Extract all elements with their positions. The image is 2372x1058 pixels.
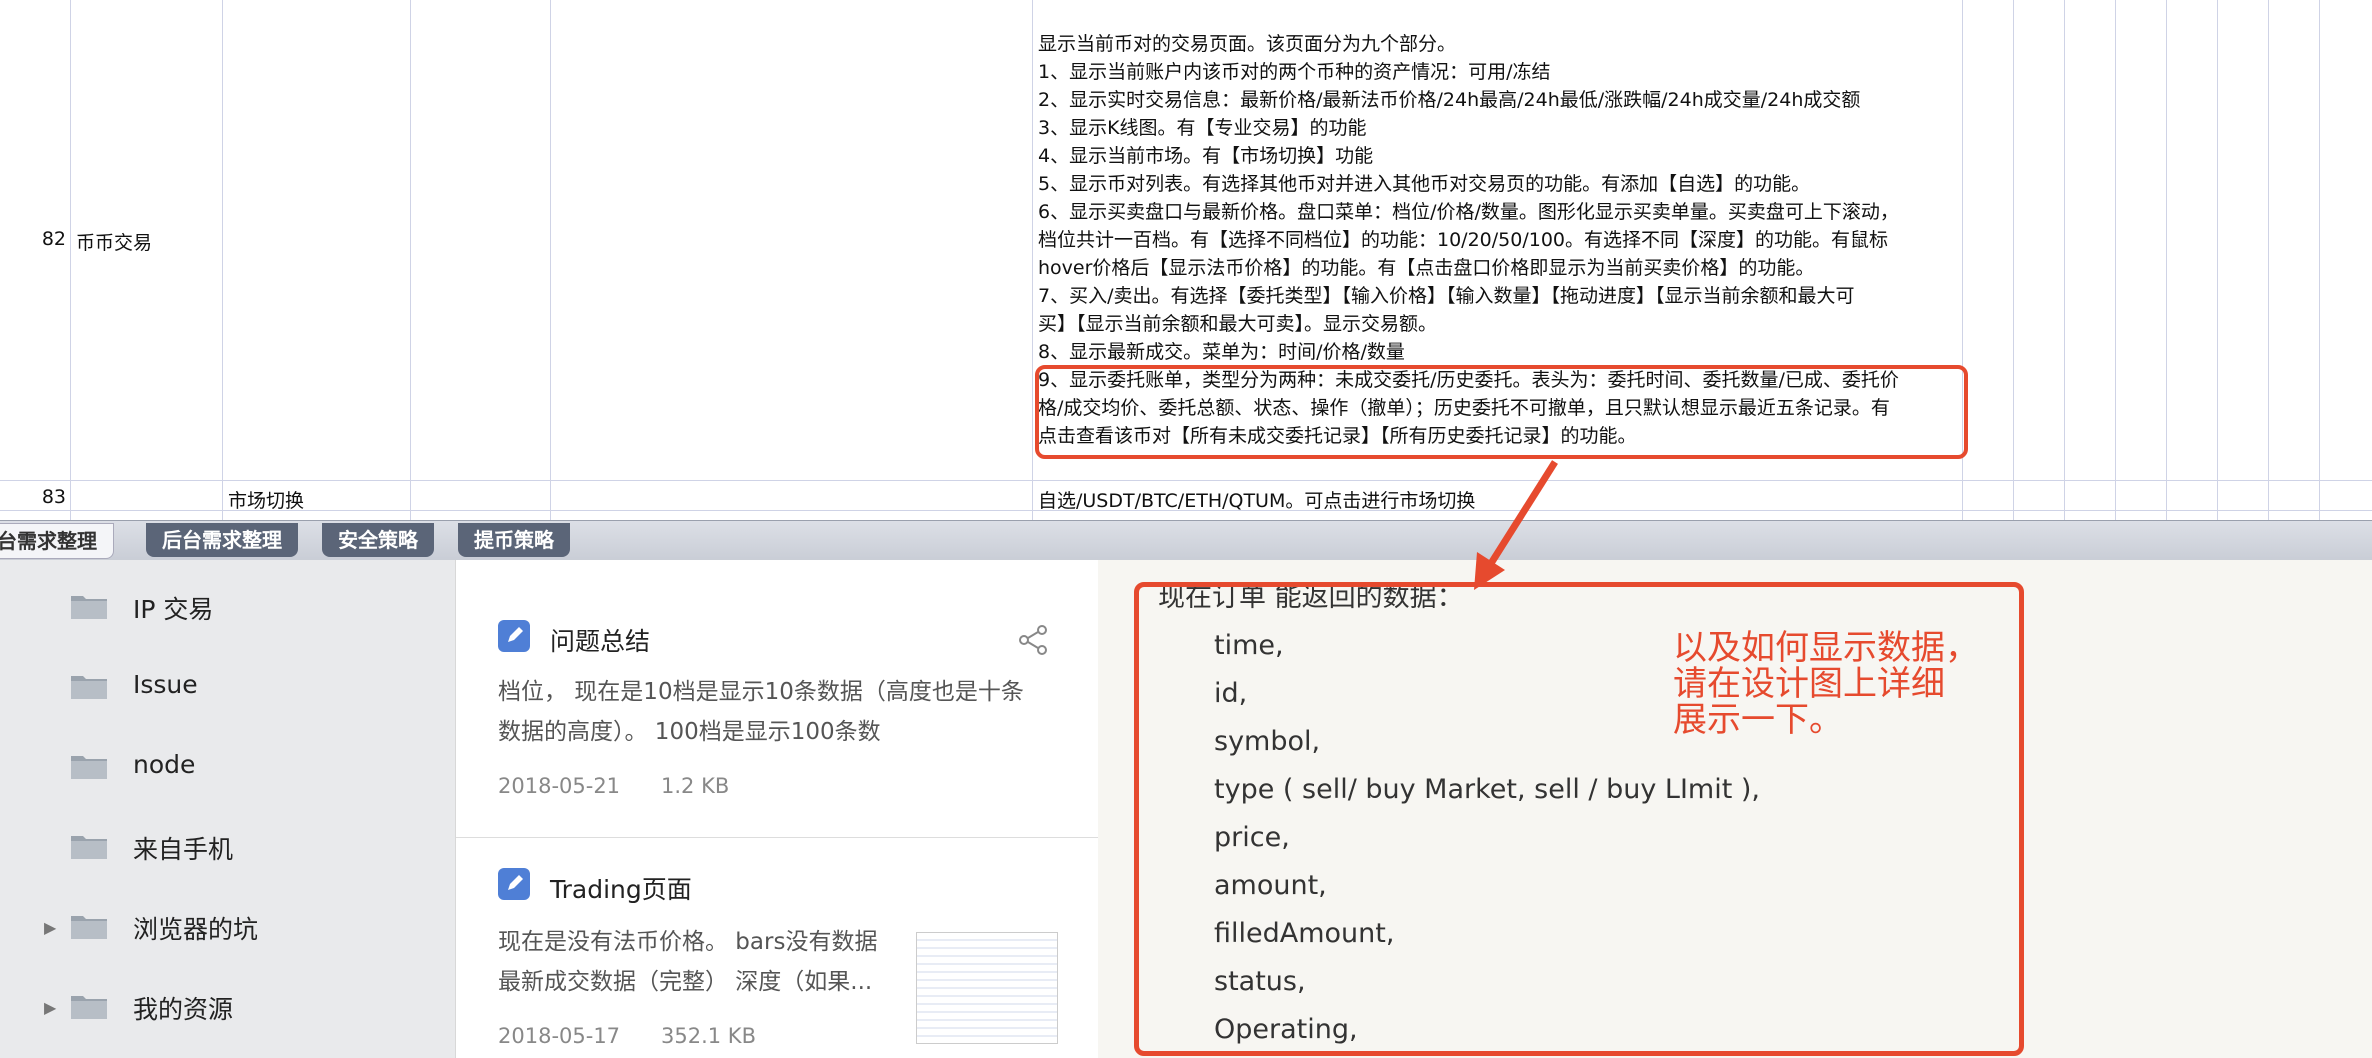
folder-icon: [71, 996, 107, 1019]
description-line: 档位共计一百档。有【选择不同档位】的功能：10/20/50/100。有选择不同【…: [1038, 229, 1889, 251]
folder-label: 我的资源: [133, 995, 234, 1024]
folder-label: node: [133, 750, 196, 779]
note-size: 1.2 KB: [661, 774, 730, 798]
cell-sub-feature[interactable]: 市场切换: [228, 486, 304, 513]
note-edit-icon: [498, 868, 530, 900]
share-icon[interactable]: [1018, 624, 1050, 656]
note-snippet: 档位， 现在是10档是显示10条数据（高度也是十条 数据的高度）。 100档是显…: [498, 679, 1024, 745]
row-number-82: 82: [41, 228, 66, 250]
description-line: 6、显示买卖盘口与最新价格。盘口菜单：档位/价格/数量。图形化显示买卖单量。买卖…: [1038, 201, 1899, 223]
disclosure-triangle-icon[interactable]: ▶: [44, 918, 56, 937]
row-number-83: 83: [41, 486, 66, 508]
note-title: Trading页面: [550, 875, 692, 904]
description-line: 显示当前币对的交易页面。该页面分为九个部分。: [1038, 33, 1457, 55]
folder-label: 来自手机: [133, 835, 234, 864]
note-item[interactable]: 问题总结 档位， 现在是10档是显示10条数据（高度也是十条 数据的高度）。 1…: [456, 560, 1099, 837]
description-line: 7、买入/卖出。有选择【委托类型】【输入价格】【输入数量】【拖动进度】【显示当前…: [1038, 285, 1855, 307]
cell-feature-name[interactable]: 币币交易: [76, 228, 152, 255]
note-content[interactable]: 现在订单 能返回的数据： time, id, symbol, type ( sell/…: [1098, 560, 2372, 1058]
tab-security[interactable]: 安全策略: [322, 523, 434, 557]
note-size: 352.1 KB: [661, 1024, 756, 1048]
description-line: hover价格后【显示法币价格】的功能。有【点击盘口价格即显示为当前买卖价格】的…: [1038, 257, 1815, 279]
highlight-box: [1035, 365, 1968, 459]
description-line: 3、显示K线图。有【专业交易】的功能: [1038, 117, 1367, 139]
folder-icon: [71, 676, 107, 699]
folder-ip-trade[interactable]: IP 交易: [0, 578, 455, 638]
description-line: 1、显示当前账户内该币对的两个币种的资产情况：可用/冻结: [1038, 61, 1551, 83]
tab-frontend[interactable]: 前台需求整理: [0, 523, 114, 559]
description-line: 2、显示实时交易信息：最新价格/最新法币价格/24h最高/24h最低/涨跌幅/2…: [1038, 89, 1861, 111]
note-date: 2018-05-21: [498, 774, 621, 798]
folder-icon: [71, 756, 107, 779]
folder-browser-pitfalls[interactable]: ▶ 浏览器的坑: [0, 898, 455, 958]
folder-label: Issue: [133, 670, 198, 699]
cell-description-83[interactable]: 自选/USDT/BTC/ETH/QTUM。可点击进行市场切换: [1038, 486, 1475, 513]
folder-icon: [71, 596, 107, 619]
folder-sidebar: IP 交易 Issue node 来自手机 ▶ 浏览器的坑 ▶ 我的资源: [0, 560, 455, 1058]
disclosure-triangle-icon[interactable]: ▶: [44, 998, 56, 1017]
note-thumbnail: [916, 932, 1058, 1044]
annotation-text: 以及如何显示数据， 请在设计图上详细 展示一下。: [1673, 628, 1979, 740]
description-line: 8、显示最新成交。菜单为：时间/价格/数量: [1038, 341, 1405, 363]
notes-app: IP 交易 Issue node 来自手机 ▶ 浏览器的坑 ▶ 我的资源 问题总…: [0, 560, 2372, 1058]
note-edit-icon: [498, 620, 530, 652]
description-line: 买】【显示当前余额和最大可卖】。显示交易额。: [1038, 313, 1438, 335]
description-line: 4、显示当前市场。有【市场切换】功能: [1038, 145, 1374, 167]
folder-issue[interactable]: Issue: [0, 658, 455, 718]
folder-icon: [71, 836, 107, 859]
note-date: 2018-05-17: [498, 1024, 621, 1048]
folder-label: 浏览器的坑: [133, 915, 259, 944]
note-title: 问题总结: [550, 627, 651, 656]
note-list: 问题总结 档位， 现在是10档是显示10条数据（高度也是十条 数据的高度）。 1…: [455, 560, 1100, 1058]
note-snippet: 现在是没有法币价格。 bars没有数据 最新成交数据（完整） 深度（如果...: [498, 929, 878, 995]
spreadsheet: 82 币币交易 显示当前币对的交易页面。该页面分为九个部分。 1、显示当前账户内该…: [0, 0, 2372, 520]
description-line: 5、显示币对列表。有选择其他币对并进入其他币对交易页的功能。有添加【自选】的功能…: [1038, 173, 1811, 195]
tab-backend[interactable]: 后台需求整理: [146, 523, 298, 557]
sheet-tab-bar: 前台需求整理 后台需求整理 安全策略 提币策略: [0, 520, 2372, 561]
folder-from-phone[interactable]: 来自手机: [0, 818, 455, 878]
tab-withdraw[interactable]: 提币策略: [458, 523, 570, 557]
folder-icon: [71, 916, 107, 939]
folder-my-resources[interactable]: ▶ 我的资源: [0, 978, 455, 1038]
folder-node[interactable]: node: [0, 738, 455, 798]
folder-label: IP 交易: [133, 595, 214, 624]
